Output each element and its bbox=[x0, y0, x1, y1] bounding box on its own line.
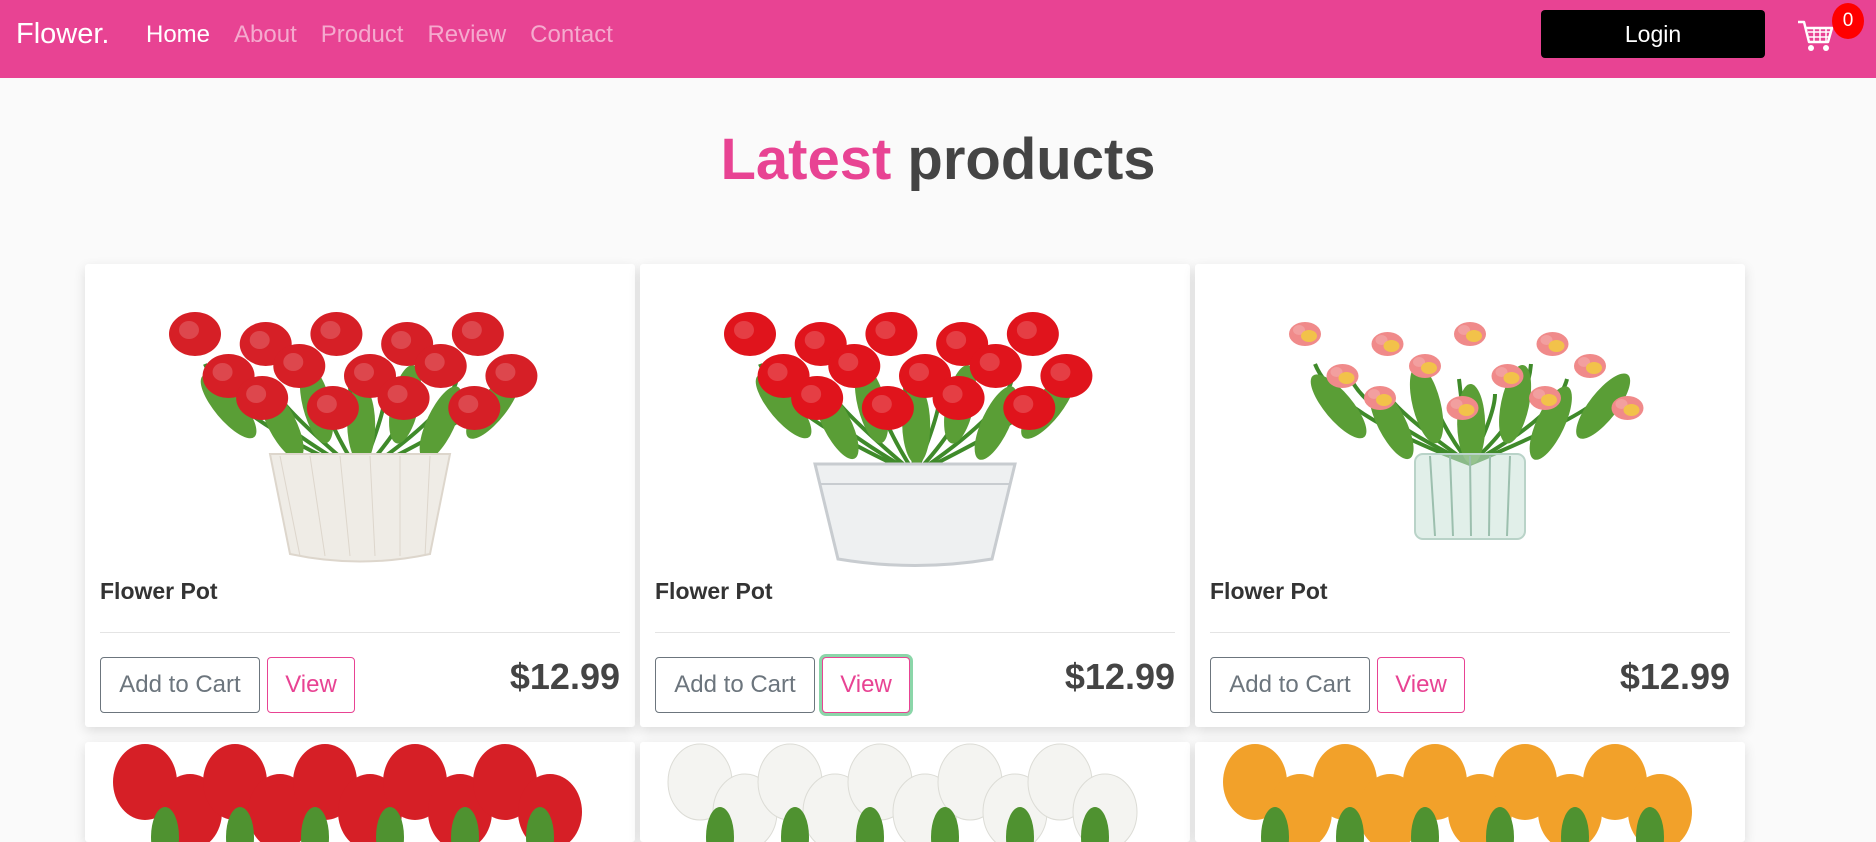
product-card-3: Flower Pot Add to Cart View $12.99 bbox=[1195, 264, 1745, 727]
product-image[interactable] bbox=[1195, 742, 1745, 842]
product-card-1: Flower Pot Add to Cart View $12.99 bbox=[85, 264, 635, 727]
product-image[interactable] bbox=[1195, 274, 1745, 574]
login-button[interactable]: Login bbox=[1541, 10, 1765, 58]
add-to-cart-button[interactable]: Add to Cart bbox=[100, 657, 260, 713]
nav-link-review[interactable]: Review bbox=[427, 18, 506, 52]
product-image[interactable] bbox=[85, 742, 635, 842]
nav-link-home[interactable]: Home bbox=[146, 18, 210, 52]
page-title-accent: Latest bbox=[720, 127, 892, 192]
page-title-rest: products bbox=[907, 127, 1156, 192]
nav-link-product[interactable]: Product bbox=[321, 18, 404, 52]
brand-logo[interactable]: Flower. bbox=[16, 16, 109, 52]
product-title: Flower Pot bbox=[1210, 578, 1328, 604]
nav-link-about[interactable]: About bbox=[234, 18, 297, 52]
product-card-2: Flower Pot Add to Cart View $12.99 bbox=[640, 264, 1190, 727]
product-image[interactable] bbox=[640, 274, 1190, 574]
add-to-cart-button[interactable]: Add to Cart bbox=[655, 657, 815, 713]
product-card-row2-2 bbox=[640, 742, 1190, 842]
product-title: Flower Pot bbox=[100, 578, 218, 604]
card-divider bbox=[655, 632, 1175, 633]
product-price: $12.99 bbox=[1619, 656, 1730, 697]
view-button[interactable]: View bbox=[267, 657, 355, 713]
card-divider bbox=[1210, 632, 1730, 633]
view-button[interactable]: View bbox=[1377, 657, 1465, 713]
card-divider bbox=[100, 632, 620, 633]
cart-count-badge: 0 bbox=[1832, 3, 1864, 39]
nav-link-contact[interactable]: Contact bbox=[530, 18, 613, 52]
product-price: $12.99 bbox=[1064, 656, 1175, 697]
view-button[interactable]: View bbox=[822, 657, 910, 713]
product-title: Flower Pot bbox=[655, 578, 773, 604]
product-image[interactable] bbox=[640, 742, 1190, 842]
navbar: Flower. Home About Product Review Contac… bbox=[0, 0, 1876, 78]
product-card-row2-1 bbox=[85, 742, 635, 842]
product-image[interactable] bbox=[85, 274, 635, 574]
add-to-cart-button[interactable]: Add to Cart bbox=[1210, 657, 1370, 713]
page-title: Latest products bbox=[0, 124, 1876, 196]
cart-icon[interactable] bbox=[1796, 16, 1836, 56]
product-card-row2-3 bbox=[1195, 742, 1745, 842]
nav-links: Home About Product Review Contact bbox=[146, 18, 637, 52]
product-price: $12.99 bbox=[509, 656, 620, 697]
